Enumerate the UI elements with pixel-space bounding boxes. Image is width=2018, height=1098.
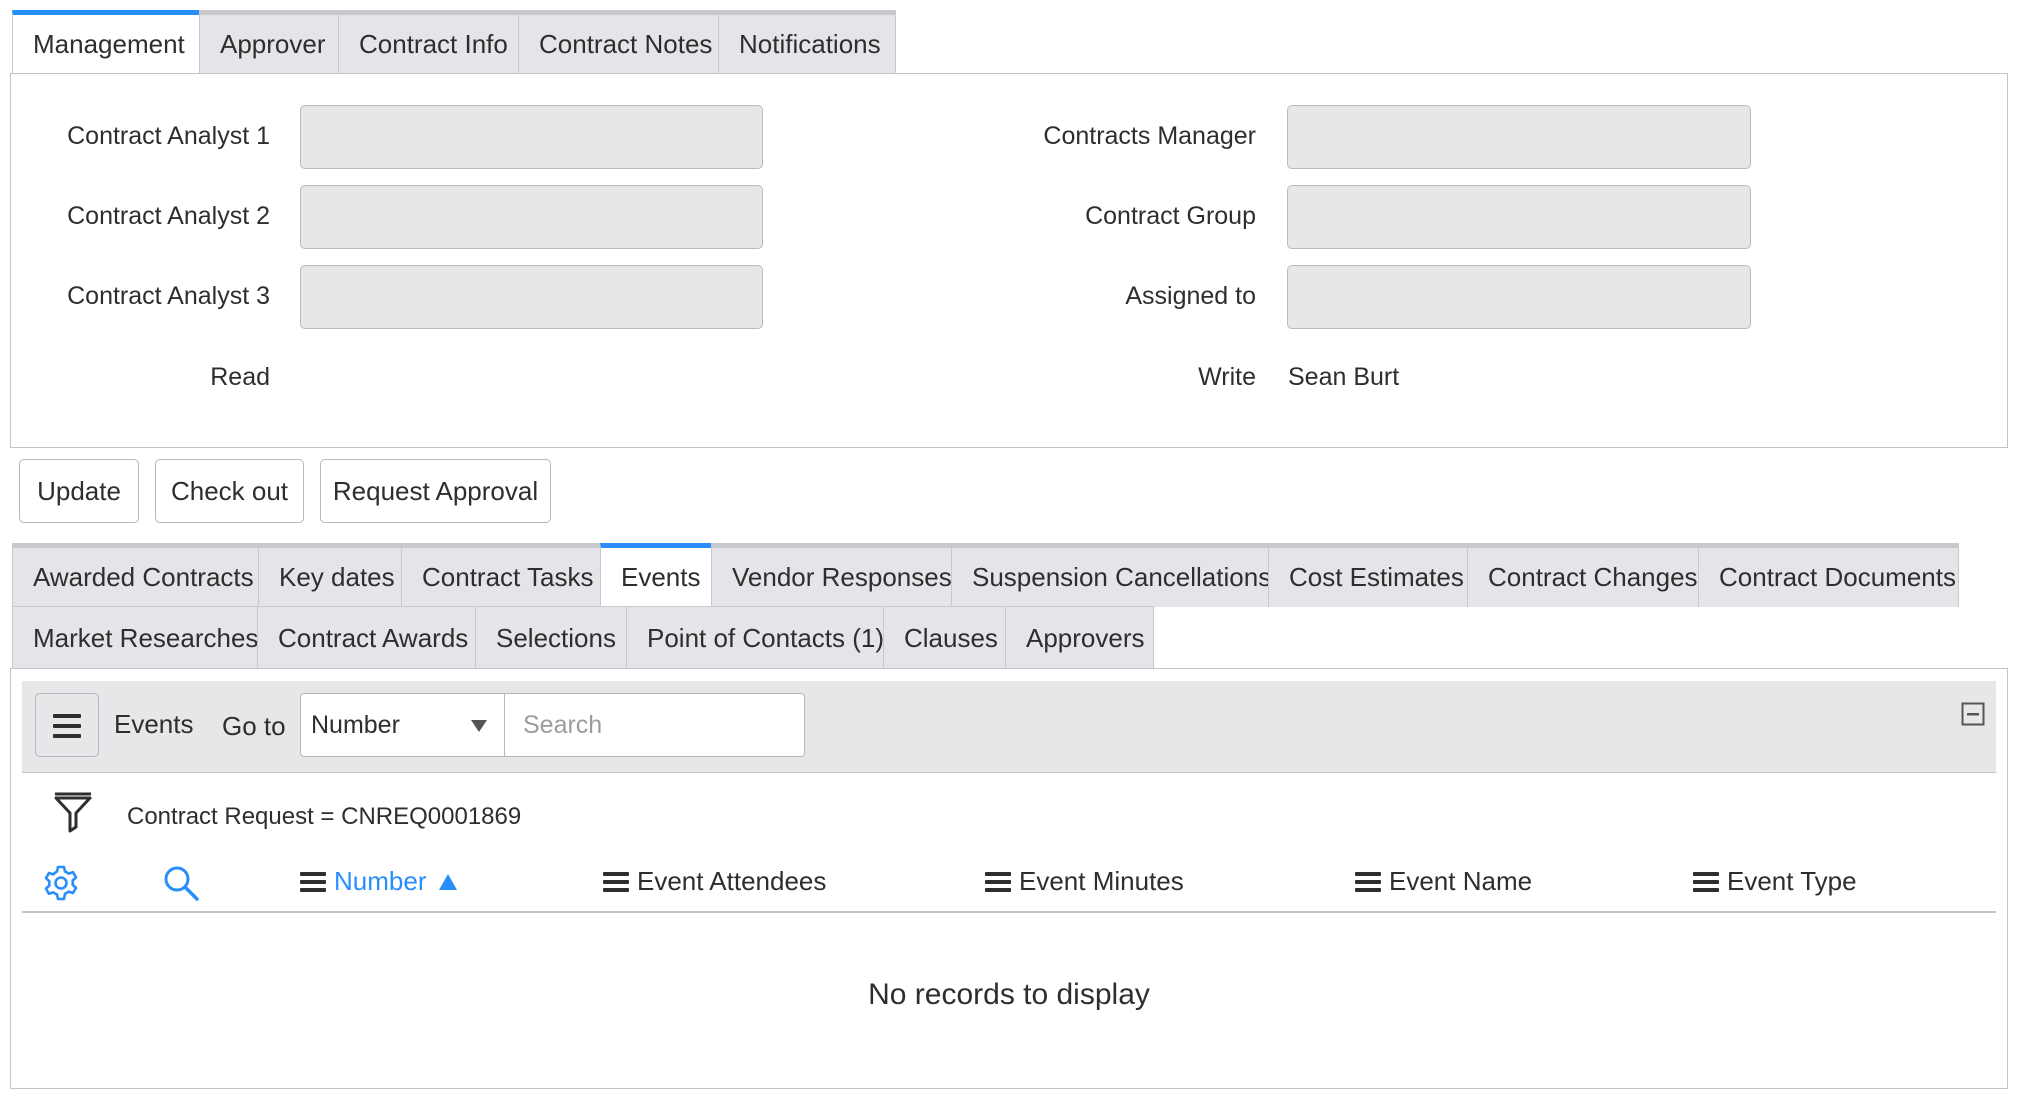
contract-group-field[interactable] — [1287, 185, 1751, 249]
tab-vendor-responses[interactable]: Vendor Responses — [711, 543, 952, 607]
empty-list-message: No records to display — [868, 978, 1150, 1011]
tab-notifications[interactable]: Notifications — [718, 10, 896, 74]
column-label-event-minutes: Event Minutes — [1019, 866, 1184, 896]
read-label: Read — [210, 363, 270, 391]
tab-contract-awards[interactable]: Contract Awards — [257, 606, 475, 670]
tab-suspension-cancellations[interactable]: Suspension Cancellations — [951, 543, 1271, 607]
contracts-manager-label: Contracts Manager — [1043, 122, 1256, 150]
column-menu-icon[interactable] — [1355, 868, 1381, 896]
update-button[interactable]: Update — [19, 459, 139, 523]
write-label: Write — [1198, 363, 1256, 391]
column-header-number[interactable]: Number — [300, 866, 458, 897]
column-header-event-type[interactable]: Event Type — [1693, 866, 1857, 897]
contract-analyst-2-field[interactable] — [300, 185, 763, 249]
tab-contract-info[interactable]: Contract Info — [338, 10, 518, 74]
contract-analyst-2-label: Contract Analyst 2 — [67, 202, 270, 230]
tab-contract-notes[interactable]: Contract Notes — [518, 10, 718, 74]
column-header-event-name[interactable]: Event Name — [1355, 866, 1532, 897]
list-title: Events — [114, 709, 194, 739]
form-section-tabs: Management Approver Contract Info Contra… — [12, 10, 896, 74]
assigned-to-label: Assigned to — [1125, 282, 1256, 310]
column-header-event-attendees[interactable]: Event Attendees — [603, 866, 826, 897]
filter-breadcrumb[interactable]: Contract Request = CNREQ0001869 — [127, 802, 521, 832]
check-out-button[interactable]: Check out — [155, 459, 304, 523]
tab-contract-changes[interactable]: Contract Changes — [1467, 543, 1698, 607]
column-menu-icon[interactable] — [300, 868, 326, 896]
column-menu-icon[interactable] — [1693, 868, 1719, 896]
related-lists-tabs-row-1: Awarded Contracts Key dates Contract Tas… — [12, 543, 1959, 607]
hamburger-icon — [53, 714, 81, 738]
dropdown-caret-icon — [471, 720, 487, 732]
tab-events[interactable]: Events — [600, 543, 711, 607]
tab-clauses[interactable]: Clauses — [883, 606, 1005, 670]
filter-funnel-icon[interactable] — [53, 791, 93, 835]
tab-market-researches[interactable]: Market Researches — [12, 606, 258, 670]
list-menu-button[interactable] — [35, 693, 99, 757]
contract-analyst-1-field[interactable] — [300, 105, 763, 169]
tab-contract-tasks[interactable]: Contract Tasks — [401, 543, 600, 607]
tab-approver[interactable]: Approver — [199, 10, 338, 74]
gear-icon[interactable] — [42, 864, 80, 902]
column-label-event-attendees: Event Attendees — [637, 866, 827, 896]
search-field-select[interactable]: Number — [300, 693, 505, 757]
header-divider — [22, 911, 1996, 913]
tab-cost-estimates[interactable]: Cost Estimates — [1268, 543, 1467, 607]
contract-analyst-3-field[interactable] — [300, 265, 763, 329]
assigned-to-field[interactable] — [1287, 265, 1751, 329]
tab-contract-documents[interactable]: Contract Documents — [1698, 543, 1959, 607]
search-icon[interactable] — [162, 864, 200, 902]
tab-management[interactable]: Management — [12, 10, 199, 74]
request-approval-button[interactable]: Request Approval — [320, 459, 551, 523]
tab-selections[interactable]: Selections — [475, 606, 626, 670]
contract-group-label: Contract Group — [1085, 202, 1256, 230]
column-label-event-type: Event Type — [1727, 866, 1857, 896]
tab-awarded-contracts[interactable]: Awarded Contracts — [12, 543, 258, 607]
goto-label: Go to — [222, 711, 286, 741]
column-header-event-minutes[interactable]: Event Minutes — [985, 866, 1184, 897]
contract-analyst-3-label: Contract Analyst 3 — [67, 282, 270, 310]
column-menu-icon[interactable] — [603, 868, 629, 896]
tab-key-dates[interactable]: Key dates — [258, 543, 401, 607]
contract-analyst-1-label: Contract Analyst 1 — [67, 122, 270, 150]
tab-point-of-contacts[interactable]: Point of Contacts (1) — [626, 606, 884, 670]
related-lists-tabs-row-2: Market Researches Contract Awards Select… — [12, 606, 1154, 670]
collapse-icon[interactable] — [1961, 702, 1985, 726]
search-input[interactable] — [505, 693, 805, 757]
column-label-event-name: Event Name — [1389, 866, 1533, 896]
sort-ascending-icon — [439, 873, 458, 890]
column-menu-icon[interactable] — [985, 868, 1011, 896]
write-value: Sean Burt — [1288, 363, 1400, 391]
column-label-number: Number — [334, 866, 427, 896]
tab-approvers[interactable]: Approvers — [1005, 606, 1154, 670]
contracts-manager-field[interactable] — [1287, 105, 1751, 169]
search-field-value: Number — [311, 710, 400, 739]
